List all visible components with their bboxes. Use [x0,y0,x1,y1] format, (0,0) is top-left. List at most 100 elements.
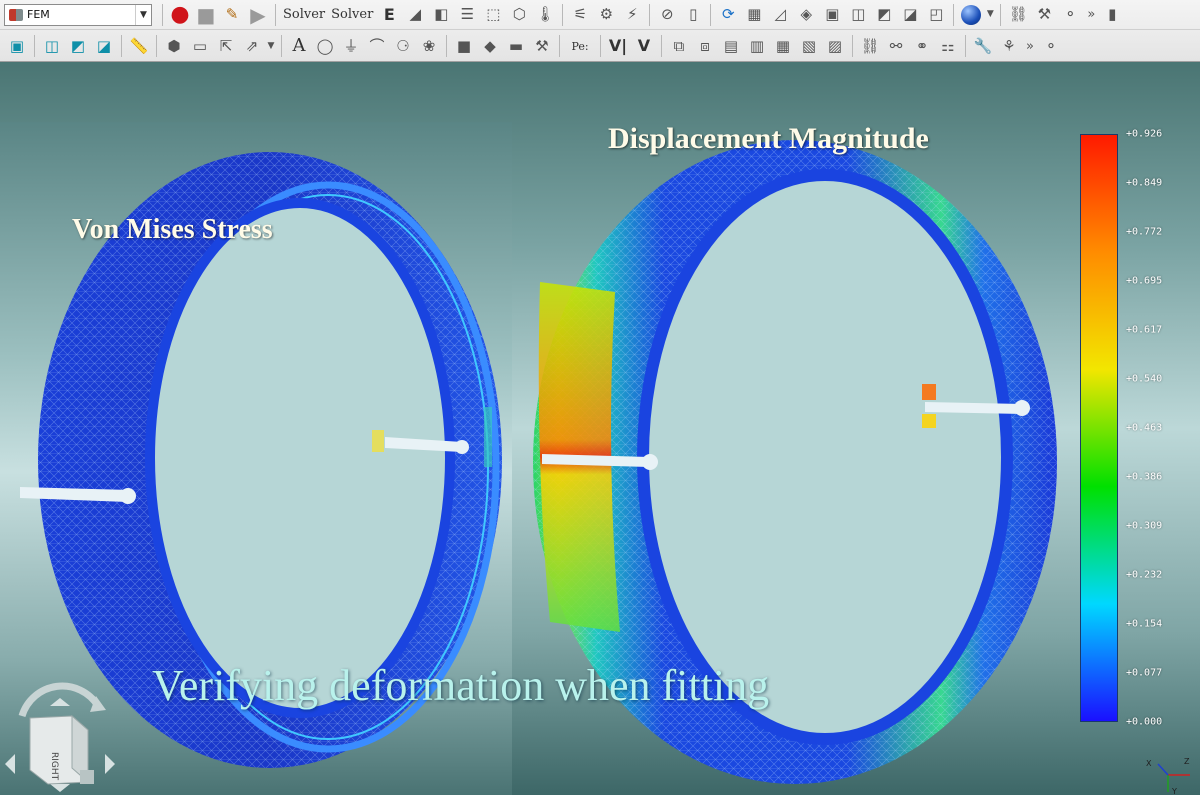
arrow-right-icon[interactable] [105,754,115,774]
solver-calculix-button[interactable]: Solver [281,3,327,27]
toolbar-separator [275,3,276,26]
edit-analysis-icon[interactable]: ✎ [220,3,244,27]
view-front-icon[interactable]: ◫ [40,34,64,58]
link-icon[interactable]: ⛓ [1006,3,1030,27]
toolbar-separator [661,35,662,57]
fill-icon[interactable]: ⏚ [339,34,363,58]
constraint-icon[interactable]: ⚬ [1058,3,1082,27]
solver-elmer-button[interactable]: Solver [329,3,375,27]
no-entry-icon[interactable]: ⊘ [655,3,679,27]
force-icon[interactable]: ☰ [455,3,479,27]
legend-tick-label: +0.617 [1126,324,1163,336]
plug-icon[interactable]: ⚆ [391,34,415,58]
offset-icon[interactable]: ▨ [823,34,847,58]
refresh-icon[interactable]: ⟳ [716,3,740,27]
mesh-region-icon[interactable]: ⬚ [481,3,505,27]
3d-viewport[interactable]: Von Mises Stress Displacement Magnitude … [0,62,1200,795]
temperature-icon[interactable]: 🌡 [533,3,557,27]
wrench-icon[interactable]: 🔧 [971,34,995,58]
vertical-button[interactable]: V [632,34,656,58]
legend-tick-label: +0.695 [1126,275,1163,287]
toolbar-separator [953,3,955,26]
lock-icon[interactable]: ⛓ [858,34,882,58]
fem-module-icon [9,8,23,21]
stop-icon[interactable]: ■ [194,3,218,27]
chevron-down-icon[interactable]: ▼ [985,3,995,27]
pe-button[interactable]: Pe: [565,34,595,58]
pressure-icon[interactable]: ⚙ [594,3,618,27]
view-top-icon[interactable]: ◩ [66,34,90,58]
elmer-equation-button[interactable]: E [377,3,401,27]
von-mises-label: Von Mises Stress [72,214,273,245]
circle-icon[interactable]: ◯ [313,34,337,58]
arrow-left-icon[interactable] [5,754,15,774]
arrow-down-icon[interactable] [50,784,70,792]
tools-icon[interactable]: ⚒ [530,34,554,58]
toolbar-separator [649,3,651,26]
view-right-icon[interactable]: ◪ [92,34,116,58]
material-icon[interactable]: ◧ [429,3,453,27]
legend-tick-label: +0.926 [1126,128,1163,140]
axis-z-label: Z [1184,757,1190,766]
toolbar-row-1: FEM ▼ ● ■ ✎ ▶ Solver Solver E ◢ ◧ ☰ ⬚ ⬡ … [0,0,1200,30]
folder-icon[interactable]: ▭ [188,34,212,58]
pocket-icon[interactable]: ◪ [898,3,922,27]
share-node-icon[interactable]: ⚬ [1039,34,1063,58]
export-icon[interactable]: ⇱ [214,34,238,58]
boolean-union-icon[interactable]: ⧉ [667,34,691,58]
chain-icon[interactable]: ⚯ [884,34,908,58]
pad-icon[interactable]: ◩ [872,3,896,27]
rectangle-icon[interactable]: ▯ [681,3,705,27]
grid-icon[interactable]: ▦ [742,3,766,27]
part-icon[interactable]: ⬢ [162,34,186,58]
solid-cube-icon[interactable]: ■ [452,34,476,58]
workbench-selector[interactable]: FEM ▼ [4,3,152,26]
toolbar-separator [121,35,122,57]
chevron-down-icon[interactable]: ▼ [266,34,276,58]
toolbar-row-2: ▣ ◫ ◩ ◪ 📏 ⬢ ▭ ⇱ ⇗ ▼ A ◯ ⏚ ⌒ ⚆ ❀ ■ ◆ ▬ ⚒ … [0,31,1200,61]
toolbar-overflow-button[interactable]: » [1087,7,1095,22]
explode-icon[interactable]: ▦ [771,34,795,58]
toolbar-separator [562,3,564,26]
text-tool-button[interactable]: A [287,34,311,58]
shape-icon[interactable]: ◈ [794,3,818,27]
play-icon[interactable]: ▶ [246,3,270,27]
shell-icon[interactable]: ▧ [797,34,821,58]
boolean-cut-icon[interactable]: ⧈ [693,34,717,58]
arrow-up-icon[interactable] [50,698,70,706]
measure-icon[interactable]: 📏 [127,34,151,58]
joint-icon[interactable]: ⚭ [910,34,934,58]
cluster-icon[interactable]: ❀ [417,34,441,58]
heat-flux-icon[interactable]: ⚡ [620,3,644,27]
assembly-icon[interactable]: ⚒ [1032,3,1056,27]
home-view-icon[interactable] [80,770,94,784]
constraint-fixed-icon[interactable]: ◢ [403,3,427,27]
cube-cut-icon[interactable]: ◆ [478,34,502,58]
part-box-icon[interactable]: ▣ [820,3,844,27]
mesh-boundary-icon[interactable]: ⬡ [507,3,531,27]
toolbar-separator [710,3,712,26]
sphere-icon[interactable] [959,3,983,27]
navigation-cube[interactable]: RIGHT [0,666,120,794]
share-icon[interactable]: ⇗ [240,34,264,58]
sketch-icon[interactable]: ◿ [768,3,792,27]
vertical-bar-button[interactable]: V| [606,34,630,58]
toolbar-overflow-button[interactable]: » [1026,39,1034,54]
fillet-icon[interactable]: ◰ [924,3,948,27]
document-icon[interactable]: ▮ [1100,3,1124,27]
toolbar: FEM ▼ ● ■ ✎ ▶ Solver Solver E ◢ ◧ ☰ ⬚ ⬡ … [0,0,1200,62]
toolbar-separator [281,35,282,57]
legend-tick-label: +0.540 [1126,373,1163,385]
part-cube-icon[interactable]: ◫ [846,3,870,27]
tree-icon[interactable]: ⚘ [997,34,1021,58]
view-isometric-icon[interactable]: ▣ [5,34,29,58]
boolean-common-icon[interactable]: ▤ [719,34,743,58]
navcube-face-label[interactable]: RIGHT [49,752,59,781]
array-icon[interactable]: ⚏ [936,34,960,58]
curve-icon[interactable]: ⌒ [365,34,389,58]
record-icon[interactable]: ● [168,3,192,27]
legend-tick-label: +0.772 [1126,226,1163,238]
compound-icon[interactable]: ▥ [745,34,769,58]
displacement-icon[interactable]: ⚟ [568,3,592,27]
plate-icon[interactable]: ▬ [504,34,528,58]
